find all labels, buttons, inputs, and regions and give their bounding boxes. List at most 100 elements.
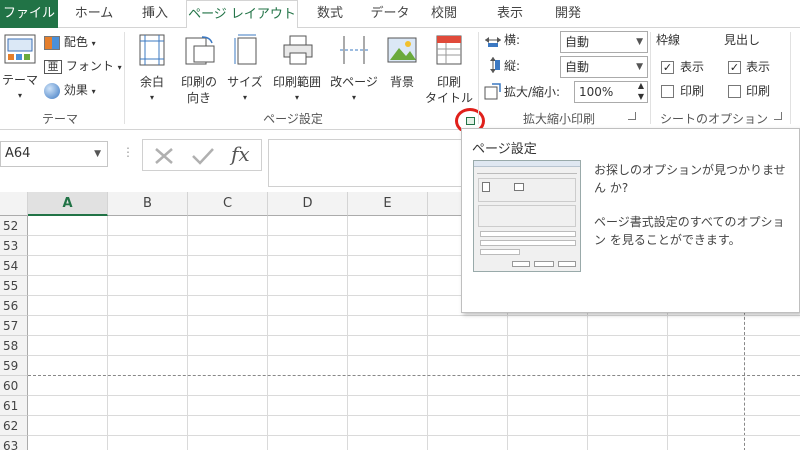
scale-group-label: 拡大縮小印刷 [522, 112, 595, 126]
print-titles-label-2: タイトル [424, 91, 473, 105]
print-area-button[interactable]: 印刷範囲 ▾ [268, 32, 326, 102]
tab-developer[interactable]: 開発 [548, 0, 588, 28]
row-header[interactable]: 58 [0, 336, 28, 356]
launcher-icon [466, 117, 475, 125]
orientation-label-2: 向き [186, 91, 211, 105]
tab-review[interactable]: 校閲 [424, 0, 464, 28]
row-header[interactable]: 59 [0, 356, 28, 376]
height-dropdown[interactable]: 自動 ▼ [560, 56, 648, 78]
more-icon: ⋮ [122, 145, 134, 159]
scale-icon [484, 83, 501, 100]
sheet-options-dialog-launcher[interactable] [774, 112, 782, 120]
effects-icon [44, 82, 60, 99]
row-header[interactable]: 53 [0, 236, 28, 256]
themes-button[interactable]: テーマ ▾ [0, 32, 40, 100]
cancel-icon[interactable] [153, 146, 175, 166]
print-titles-label-1: 印刷 [436, 75, 461, 89]
ribbon: テーマ ▾ 配色 ▾ 亜 フォント ▾ 効果 ▾ テーマ 余白 ▾ 印刷の 向き [0, 28, 800, 134]
row-header[interactable]: 57 [0, 316, 28, 336]
colors-label: 配色 [63, 35, 88, 49]
headings-print-checkbox[interactable] [728, 85, 741, 98]
headings-print-label: 印刷 [746, 84, 771, 98]
name-box-value: A64 [5, 146, 31, 161]
formula-buttons: fx [142, 139, 262, 171]
dialog-preview-image [473, 160, 581, 272]
select-all-corner[interactable] [0, 192, 28, 216]
row-header[interactable]: 55 [0, 276, 28, 296]
theme-group-label: テーマ [41, 112, 78, 126]
width-dropdown[interactable]: 自動 ▼ [560, 31, 648, 53]
tab-formulas[interactable]: 数式 [306, 0, 354, 28]
scale-dialog-launcher[interactable] [628, 112, 636, 120]
headings-view-checkbox[interactable]: ✓ [728, 61, 741, 74]
breaks-label: 改ページ [330, 75, 378, 89]
size-icon [234, 34, 257, 65]
width-value: 自動 [565, 35, 590, 49]
column-header-c[interactable]: C [188, 192, 268, 216]
column-header-a[interactable]: A [28, 192, 108, 216]
fonts-label: フォント [65, 59, 114, 73]
scale-label: 拡大/縮小: [504, 85, 561, 99]
page-break-icon [340, 36, 368, 64]
gridline [28, 395, 800, 396]
scale-value: 100% [579, 85, 614, 99]
orientation-icon [185, 36, 215, 65]
column-header-b[interactable]: B [108, 192, 188, 216]
tab-view[interactable]: 表示 [488, 0, 532, 28]
fonts-button[interactable]: 亜 フォント ▾ [44, 58, 122, 78]
row-header[interactable]: 56 [0, 296, 28, 316]
breaks-button[interactable]: 改ページ ▾ [328, 32, 380, 102]
background-button[interactable]: 背景 [382, 32, 422, 102]
printer-icon [283, 35, 313, 65]
sheet-options-group-label: シートのオプション [659, 112, 768, 126]
orientation-button[interactable]: 印刷の 向き [176, 32, 222, 105]
formula-input[interactable] [268, 139, 468, 187]
gridlines-print-label: 印刷 [680, 84, 705, 98]
tab-page-layout[interactable]: ページ レイアウト [186, 0, 298, 29]
tab-file[interactable]: ファイル [0, 0, 58, 28]
row-header[interactable]: 60 [0, 376, 28, 396]
group-separator [650, 32, 651, 124]
chevron-down-icon[interactable]: ▼ [94, 142, 101, 166]
print-titles-button[interactable]: 印刷 タイトル [424, 32, 474, 105]
tab-insert[interactable]: 挿入 [128, 0, 182, 28]
gridlines-print-checkbox[interactable] [661, 85, 674, 98]
size-button[interactable]: サイズ ▾ [224, 32, 266, 102]
row-header[interactable]: 61 [0, 396, 28, 416]
background-label: 背景 [389, 75, 414, 89]
group-separator [478, 32, 479, 124]
row-header[interactable]: 62 [0, 416, 28, 436]
gridlines-view-checkbox[interactable]: ✓ [661, 61, 674, 74]
row-header[interactable]: 52 [0, 216, 28, 236]
orientation-label-1: 印刷の [180, 75, 217, 89]
page-break-line-horizontal [28, 375, 800, 376]
row-header[interactable]: 63 [0, 436, 28, 450]
effects-button[interactable]: 効果 ▾ [44, 82, 96, 102]
margins-label: 余白 [139, 75, 164, 89]
themes-icon [4, 34, 36, 64]
spinner-arrows-icon[interactable]: ▲ ▼ [638, 80, 644, 102]
height-value: 自動 [565, 60, 590, 74]
gridline [28, 435, 800, 436]
row-header[interactable]: 54 [0, 256, 28, 276]
enter-check-icon[interactable] [191, 146, 215, 166]
page-setup-group-label: ページ設定 [263, 112, 323, 126]
colors-button[interactable]: 配色 ▾ [44, 34, 96, 54]
gridlines-heading: 枠線 [656, 33, 681, 47]
column-header-d[interactable]: D [268, 192, 348, 216]
gridline [28, 415, 800, 416]
column-header-e[interactable]: E [348, 192, 428, 216]
page-setup-tooltip: ページ設定 お探しのオプションが見つかりません か? ページ書式設定のすべてのオ… [461, 128, 800, 313]
tab-data[interactable]: データ [364, 0, 416, 28]
font-icon: 亜 [44, 59, 62, 74]
scale-spinner[interactable]: 100% ▲ ▼ [574, 81, 648, 103]
insert-function-icon[interactable]: fx [231, 142, 250, 166]
margins-button[interactable]: 余白 ▾ [130, 32, 174, 102]
headings-view-label: 表示 [746, 60, 771, 74]
chevron-down-icon: ▼ [636, 62, 643, 72]
tooltip-title: ページ設定 [472, 142, 537, 157]
tab-home[interactable]: ホーム [66, 0, 122, 28]
chevron-down-icon: ▼ [636, 37, 643, 47]
tooltip-text-2: ページ書式設定のすべてのオプション を見ることができます。 [594, 215, 785, 247]
name-box[interactable]: A64 ▼ [0, 141, 108, 167]
